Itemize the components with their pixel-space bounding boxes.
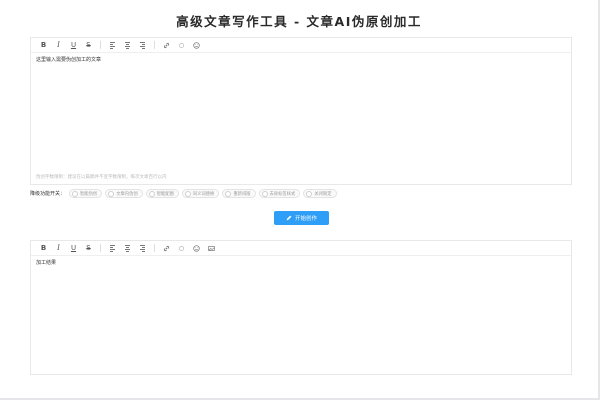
result-editor[interactable]: B I U S 加工结果: [30, 240, 572, 375]
italic-button[interactable]: I: [51, 39, 66, 51]
word-limit-hint: 伪创字数限制：建议在以篇稿件不变字数限制，每次文章百行以内: [36, 175, 167, 180]
underline-button[interactable]: U: [66, 242, 81, 254]
toolbar-divider: [154, 41, 155, 49]
align-right-icon[interactable]: [135, 242, 150, 254]
source-toolbar: B I U S: [31, 38, 571, 53]
switch-option[interactable]: 智能配图: [145, 189, 179, 198]
emoji-icon[interactable]: [189, 242, 204, 254]
align-left-icon[interactable]: [105, 39, 120, 51]
page: 高级文章写作工具 - 文章AI伪原创加工 B I U S 这里输入需要伪创加工的…: [0, 0, 600, 400]
start-button[interactable]: 开始创作: [274, 211, 329, 225]
switch-option[interactable]: 文章内伪创: [105, 189, 143, 198]
underline-button[interactable]: U: [66, 39, 81, 51]
toggle-dot-icon: [184, 190, 191, 197]
unlink-icon[interactable]: [174, 39, 189, 51]
source-content[interactable]: 这里输入需要伪创加工的文章: [31, 53, 571, 68]
toggle-dot-icon: [225, 190, 232, 197]
bold-button[interactable]: B: [36, 39, 51, 51]
feature-switches: 降级功能开关： 智能伪创 文章内伪创 智能配图 同义词替换 重新排版 去除标签样…: [30, 189, 340, 198]
italic-button[interactable]: I: [51, 242, 66, 254]
switch-option[interactable]: 关闭限定: [303, 189, 337, 198]
image-icon[interactable]: [204, 242, 219, 254]
result-content[interactable]: 加工结果: [31, 256, 571, 271]
unlink-icon[interactable]: [174, 242, 189, 254]
toggle-dot-icon: [261, 190, 268, 197]
switches-label: 降级功能开关：: [30, 191, 66, 197]
pencil-icon: [286, 215, 292, 221]
link-icon[interactable]: [159, 39, 174, 51]
start-button-label: 开始创作: [294, 216, 317, 222]
toggle-dot-icon: [306, 190, 313, 197]
align-center-icon[interactable]: [120, 242, 135, 254]
bold-button[interactable]: B: [36, 242, 51, 254]
switch-option[interactable]: 重新排版: [222, 189, 256, 198]
switch-option[interactable]: 智能伪创: [69, 189, 103, 198]
toolbar-divider: [100, 41, 101, 49]
toggle-dot-icon: [72, 190, 79, 197]
result-toolbar: B I U S: [31, 241, 571, 256]
page-title: 高级文章写作工具 - 文章AI伪原创加工: [176, 14, 422, 29]
toolbar-divider: [154, 244, 155, 252]
align-left-icon[interactable]: [105, 242, 120, 254]
toggle-dot-icon: [108, 190, 115, 197]
strikethrough-button[interactable]: S: [81, 242, 96, 254]
link-icon[interactable]: [159, 242, 174, 254]
toolbar-divider: [100, 244, 101, 252]
switch-option[interactable]: 同义词替换: [181, 189, 220, 198]
switch-option[interactable]: 去除标签样式: [258, 189, 301, 198]
toggle-dot-icon: [148, 190, 155, 197]
source-editor[interactable]: B I U S 这里输入需要伪创加工的文章 伪创字数限制：建议在以篇稿件不变字数…: [30, 37, 572, 185]
align-right-icon[interactable]: [135, 39, 150, 51]
align-center-icon[interactable]: [120, 39, 135, 51]
strikethrough-button[interactable]: S: [81, 39, 96, 51]
emoji-icon[interactable]: [189, 39, 204, 51]
